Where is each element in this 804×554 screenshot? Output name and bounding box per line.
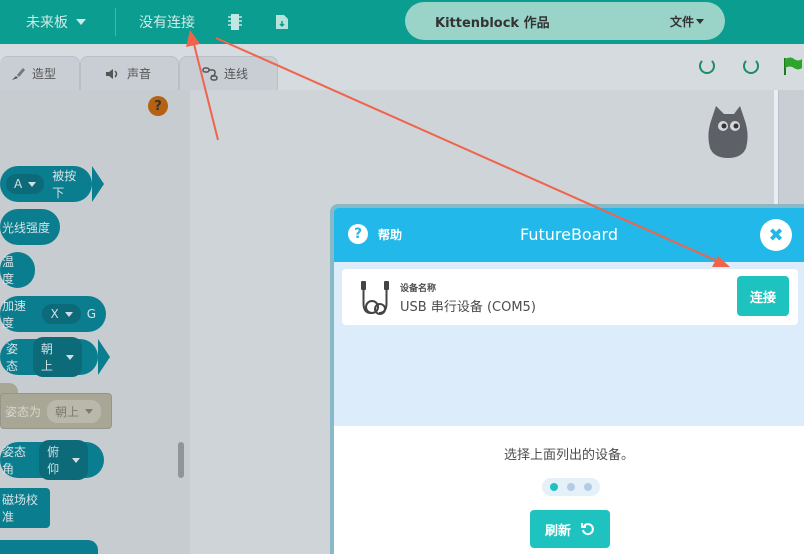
block-dropdown-value: 朝上 bbox=[55, 404, 80, 419]
palette-scrollbar[interactable] bbox=[178, 442, 184, 478]
block-partial bbox=[0, 540, 98, 554]
block-label: 磁场校准 bbox=[2, 493, 39, 524]
link-icon bbox=[202, 66, 218, 81]
block-light-intensity[interactable]: 光线强度 bbox=[0, 209, 60, 245]
connect-button[interactable]: 连接 bbox=[737, 276, 789, 316]
block-edge bbox=[92, 166, 104, 202]
chevron-down-icon bbox=[72, 457, 80, 463]
green-flag-icon[interactable] bbox=[782, 56, 802, 76]
board-selector-label: 未来板 bbox=[26, 15, 68, 31]
chevron-down-icon bbox=[64, 311, 73, 317]
block-label: 被按下 bbox=[52, 169, 77, 200]
block-dropdown[interactable]: 俯仰 bbox=[39, 440, 88, 480]
close-icon: ✖ bbox=[768, 224, 784, 246]
dialog-header: ? 帮助 FutureBoard ✖ bbox=[334, 208, 804, 262]
close-button[interactable]: ✖ bbox=[760, 219, 792, 251]
block-posture-is[interactable]: 姿态为 朝上 bbox=[0, 393, 112, 429]
block-dropdown[interactable]: 朝上 bbox=[32, 337, 82, 377]
dialog-footer: 选择上面列出的设备。 刷新 bbox=[334, 426, 804, 554]
menu-bar: 未来板 没有连接 Kittenblock 作品 文件 bbox=[0, 0, 804, 44]
block-magnetic-calibration[interactable]: 磁场校准 bbox=[0, 488, 50, 528]
file-menu-label: 文件 bbox=[670, 14, 695, 29]
project-title[interactable]: Kittenblock 作品 bbox=[435, 12, 550, 31]
device-name: USB 串行设备 (COM5) bbox=[400, 300, 536, 315]
block-dropdown[interactable]: A bbox=[6, 174, 45, 194]
connection-status[interactable]: 没有连接 bbox=[139, 0, 195, 44]
dialog-title: FutureBoard bbox=[520, 225, 618, 244]
chevron-down-icon bbox=[696, 18, 705, 24]
block-label: 姿态角 bbox=[2, 445, 27, 476]
block-dropdown[interactable]: X bbox=[42, 304, 81, 324]
block-button-pressed[interactable]: A 被按下 bbox=[0, 166, 104, 202]
block-dropdown-value: 朝上 bbox=[40, 342, 53, 373]
undo-icon[interactable] bbox=[699, 58, 715, 74]
block-label: 姿态为 bbox=[5, 404, 42, 419]
file-menu[interactable]: 文件 bbox=[670, 13, 705, 30]
blocks-palette: ? A 被按下 光线强度 温度 加速度 X G 姿态 朝上 姿态为 朝上 姿态角… bbox=[0, 90, 190, 554]
block-dropdown-value: X bbox=[50, 307, 59, 321]
device-list-item[interactable]: 设备名称 USB 串行设备 (COM5) 连接 bbox=[342, 269, 798, 325]
block-suffix: G bbox=[86, 307, 96, 321]
block-posture-angle[interactable]: 姿态角 俯仰 bbox=[0, 440, 104, 480]
tab-sounds-label: 声音 bbox=[127, 67, 152, 81]
speaker-icon bbox=[106, 68, 118, 79]
tab-costumes-label: 造型 bbox=[32, 67, 57, 81]
project-title-box[interactable]: Kittenblock 作品 文件 bbox=[405, 2, 725, 40]
dialog-hint: 选择上面列出的设备。 bbox=[503, 448, 634, 463]
device-connect-dialog: ? 帮助 FutureBoard ✖ 设备名称 USB 串行设备 (COM5) … bbox=[330, 204, 804, 554]
chevron-down-icon bbox=[66, 354, 74, 360]
block-label: 光线强度 bbox=[2, 220, 51, 235]
block-dropdown-value: A bbox=[14, 177, 23, 191]
tab-connect-label: 连线 bbox=[224, 67, 249, 81]
brush-icon bbox=[12, 67, 25, 80]
step-dot bbox=[583, 483, 592, 491]
block-label: 姿态 bbox=[6, 342, 19, 373]
block-edge bbox=[98, 339, 110, 375]
board-selector[interactable]: 未来板 bbox=[26, 0, 86, 44]
device-list: 设备名称 USB 串行设备 (COM5) 连接 bbox=[334, 262, 804, 426]
tab-connect[interactable]: 连线 bbox=[179, 56, 278, 90]
block-posture[interactable]: 姿态 朝上 bbox=[0, 337, 110, 377]
usb-cable-icon bbox=[361, 281, 389, 315]
step-dot bbox=[566, 483, 575, 491]
warning-icon[interactable]: ? bbox=[148, 96, 168, 116]
device-name-label: 设备名称 bbox=[400, 284, 437, 294]
board-icon[interactable] bbox=[228, 0, 242, 44]
refresh-button-label: 刷新 bbox=[544, 523, 571, 539]
menu-divider bbox=[115, 8, 116, 36]
step-indicator bbox=[542, 478, 600, 496]
file-icon[interactable] bbox=[276, 0, 288, 44]
block-dropdown[interactable]: 朝上 bbox=[47, 399, 102, 423]
chevron-down-icon bbox=[85, 408, 94, 414]
editor-tabs: 造型 声音 连线 bbox=[0, 44, 804, 90]
block-label: 加速度 bbox=[2, 299, 27, 330]
tab-sounds[interactable]: 声音 bbox=[80, 56, 179, 90]
tab-costumes[interactable]: 造型 bbox=[0, 56, 80, 90]
block-temperature[interactable]: 温度 bbox=[0, 252, 35, 288]
redo-icon[interactable] bbox=[743, 58, 759, 74]
block-dropdown-value: 俯仰 bbox=[47, 445, 60, 476]
refresh-button[interactable]: 刷新 bbox=[530, 510, 610, 548]
block-label: 温度 bbox=[2, 255, 15, 286]
connection-status-label: 没有连接 bbox=[139, 15, 195, 31]
chevron-down-icon bbox=[76, 19, 86, 25]
step-dot bbox=[550, 483, 559, 491]
chevron-down-icon bbox=[28, 181, 37, 187]
block-acceleration[interactable]: 加速度 X G bbox=[0, 296, 106, 332]
refresh-icon bbox=[581, 523, 594, 536]
cat-sprite-icon[interactable] bbox=[706, 104, 750, 158]
